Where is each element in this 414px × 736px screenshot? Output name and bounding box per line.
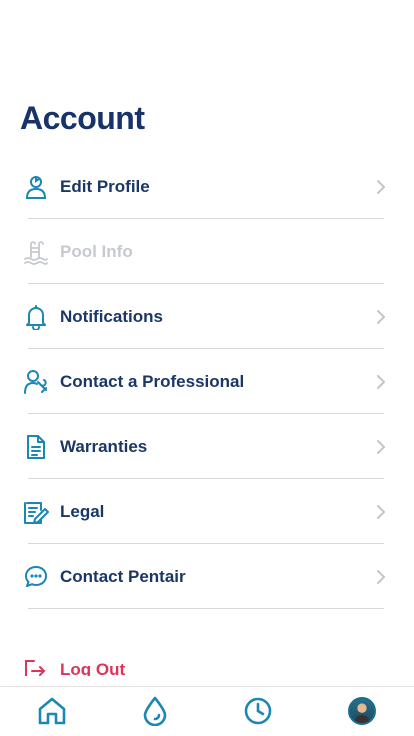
account-menu: Edit Profile Pool Info Notifications Con… [0,154,414,609]
chevron-right-icon [377,179,385,194]
menu-item-pool-info: Pool Info [0,219,414,284]
menu-item-label: Pool Info [60,241,133,261]
logout-icon [25,660,46,676]
home-icon [38,697,66,725]
menu-item-label: Warranties [60,436,148,456]
page-title: Account [20,100,145,136]
document-icon [23,434,49,460]
chevron-right-icon [377,569,385,584]
tab-bar [0,686,414,736]
menu-item-label: Notifications [60,306,163,326]
menu-item-label: Contact a Professional [60,371,245,391]
avatar [348,697,376,725]
chevron-right-icon [377,504,385,519]
legal-document-pen-icon [23,499,49,525]
tab-account[interactable] [346,695,378,727]
chevron-right-icon [377,439,385,454]
menu-item-notifications[interactable]: Notifications [0,284,414,349]
divider [28,608,384,609]
menu-item-contact-professional[interactable]: Contact a Professional [0,349,414,414]
professional-wrench-icon [23,369,49,395]
tab-history[interactable] [242,695,274,727]
menu-item-edit-profile[interactable]: Edit Profile [0,154,414,219]
logout-button[interactable]: Log Out [24,656,184,676]
chevron-right-icon [377,374,385,389]
user-profile-icon [23,174,49,200]
chat-bubble-icon [23,564,49,590]
menu-item-label: Legal [60,501,105,521]
menu-item-contact-pentair[interactable]: Contact Pentair [0,544,414,609]
water-drop-icon [143,696,167,726]
clock-icon [244,697,272,725]
tab-water[interactable] [139,695,171,727]
pool-ladder-icon [23,239,49,265]
menu-item-warranties[interactable]: Warranties [0,414,414,479]
logout-label: Log Out [60,660,126,676]
chevron-right-icon [377,309,385,324]
bell-icon [23,304,49,330]
menu-item-label: Edit Profile [60,176,150,196]
menu-item-label: Contact Pentair [60,566,186,586]
tab-home[interactable] [36,695,68,727]
menu-item-legal[interactable]: Legal [0,479,414,544]
